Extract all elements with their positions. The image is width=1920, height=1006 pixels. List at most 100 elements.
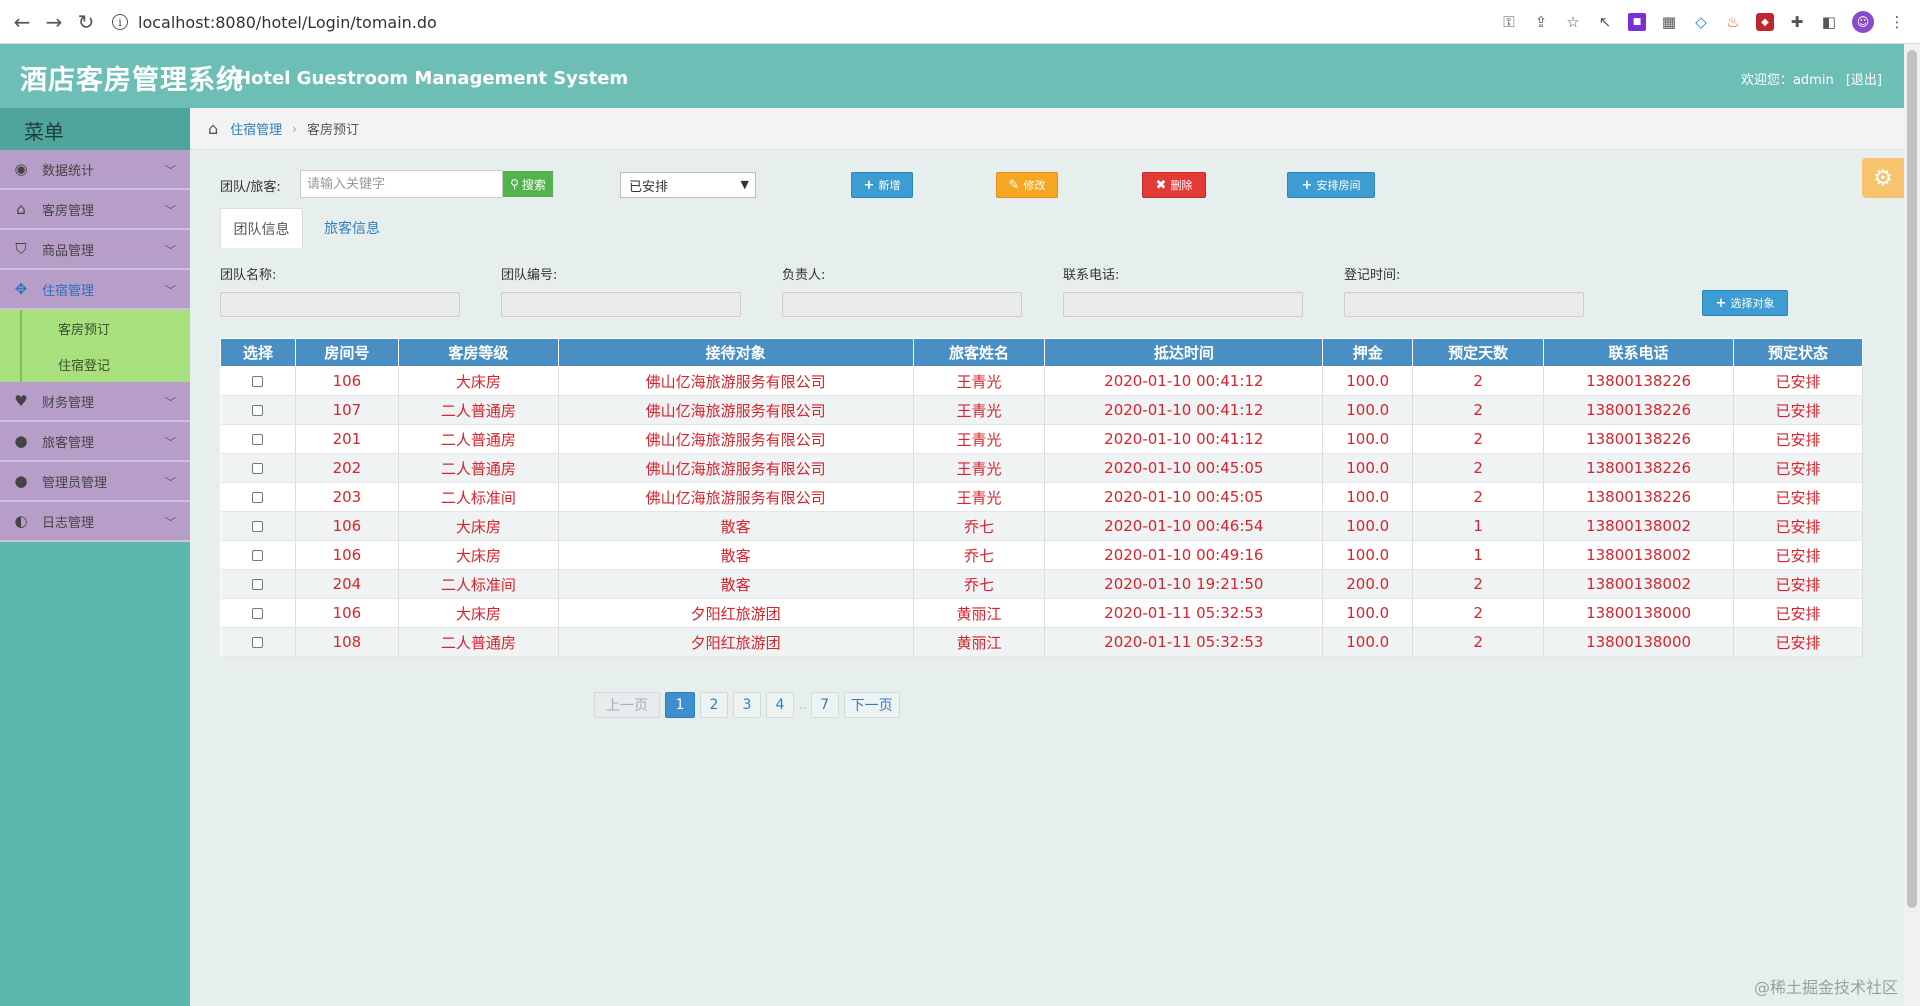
team-name-input[interactable] [220, 292, 460, 317]
team-code-label: 团队编号: [501, 268, 558, 283]
settings-gear-icon[interactable]: ⚙ [1862, 158, 1904, 198]
extension-icon[interactable]: ■ [1628, 13, 1646, 31]
cell-guest: 黄丽江 [913, 598, 1046, 628]
status-select[interactable]: 已安排 ▼ [620, 172, 756, 198]
page-1-button[interactable]: 1 [665, 692, 695, 718]
sidebar-item-guests[interactable]: ● 旅客管理 ﹀ [0, 422, 190, 462]
reload-icon[interactable]: ↻ [72, 0, 100, 44]
sidebar-subitem-booking[interactable]: 客房预订 [20, 310, 190, 346]
reg-time-label: 登记时间: [1344, 268, 1401, 283]
sidebar-item-lodging[interactable]: ✥ 住宿管理 ﹀ [0, 270, 190, 310]
sidebar-subitem-checkin[interactable]: 住宿登记 [20, 346, 190, 382]
row-checkbox[interactable] [252, 405, 264, 416]
plus-icon: + [1715, 295, 1727, 311]
cell-reception: 夕阳红旅游团 [558, 598, 914, 628]
app-subtitle: Hotel Guestroom Management System [236, 68, 629, 89]
back-icon[interactable]: ← [8, 0, 36, 44]
logout-link[interactable]: [退出] [1846, 73, 1882, 88]
arrange-room-button-label: 安排房间 [1316, 179, 1361, 192]
phone-input[interactable] [1063, 292, 1303, 317]
sidebar-item-logs[interactable]: ◐ 日志管理 ﹀ [0, 502, 190, 542]
sidebar-item-rooms[interactable]: ⌂ 客房管理 ﹀ [0, 190, 190, 230]
table-row[interactable]: 107 二人普通房 佛山亿海旅游服务有限公司 王青光 2020-01-10 00:41:… [220, 395, 1863, 425]
chevron-down-icon: ﹀ [165, 284, 176, 297]
cursor-icon[interactable]: ↖ [1596, 13, 1614, 31]
row-checkbox[interactable] [252, 521, 264, 532]
tab-guest-info[interactable]: 旅客信息 [312, 208, 392, 248]
row-checkbox[interactable] [252, 608, 264, 619]
page-4-button[interactable]: 4 [766, 692, 794, 718]
table-row[interactable]: 202 二人普通房 佛山亿海旅游服务有限公司 王青光 2020-01-10 00:45:… [220, 453, 1863, 483]
row-checkbox[interactable] [252, 434, 264, 445]
tab-team-info[interactable]: 团队信息 [220, 208, 303, 248]
profile-avatar-icon[interactable]: ☺ [1852, 11, 1874, 33]
search-input[interactable] [300, 170, 503, 198]
table-row[interactable]: 108 二人普通房 夕阳红旅游团 黄丽江 2020-01-11 05:32:53 100.… [220, 627, 1863, 657]
menu-dots-icon[interactable]: ⋮ [1888, 13, 1906, 31]
home-icon[interactable]: ⌂ [208, 119, 218, 138]
table-row[interactable]: 204 二人标准间 散客 乔七 2020-01-10 19:21:50 200.0 2 138… [220, 569, 1863, 599]
edit-button[interactable]: ✎ 修改 [996, 172, 1058, 198]
sidepanel-icon[interactable]: ◧ [1820, 13, 1838, 31]
leader-input[interactable] [782, 292, 1022, 317]
cell-status: 已安排 [1733, 540, 1863, 570]
arrange-room-button[interactable]: + 安排房间 [1287, 172, 1375, 198]
cell-grade: 二人普通房 [398, 395, 559, 425]
breadcrumb-parent[interactable]: 住宿管理 [230, 119, 282, 138]
puzzle-icon[interactable]: ✚ [1788, 13, 1806, 31]
search-button[interactable]: ⚲ 搜索 [503, 171, 553, 197]
prev-page-button[interactable]: 上一页 [594, 692, 660, 718]
page-3-button[interactable]: 3 [733, 692, 761, 718]
address-bar[interactable]: i localhost:8080/hotel/Login/tomain.do [112, 9, 1582, 35]
main-content: ⌂ 住宿管理 › 客房预订 ⚙ 团队/旅客: ⚲搜索 已安排▼ +新增 ✎修改 … [190, 108, 1904, 1006]
page-scrollbar[interactable] [1904, 44, 1920, 1006]
extension-icon[interactable]: ♨ [1724, 13, 1742, 31]
table-row[interactable]: 201 二人普通房 佛山亿海旅游服务有限公司 王青光 2020-01-10 00:41:… [220, 424, 1863, 454]
row-checkbox[interactable] [252, 550, 264, 561]
cell-status: 已安排 [1733, 598, 1863, 628]
row-checkbox[interactable] [252, 579, 264, 590]
shield-icon[interactable]: ◆ [1756, 13, 1774, 31]
cell-deposit: 100.0 [1322, 540, 1414, 570]
cell-grade: 二人普通房 [398, 424, 559, 454]
row-checkbox[interactable] [252, 376, 264, 387]
next-page-button[interactable]: 下一页 [843, 692, 900, 718]
table-row[interactable]: 106 大床房 佛山亿海旅游服务有限公司 王青光 2020-01-10 00:41:12… [220, 366, 1863, 396]
cell-status: 已安排 [1733, 424, 1863, 454]
add-button[interactable]: + 新增 [851, 172, 913, 198]
table-icon[interactable]: ▦ [1660, 13, 1678, 31]
delete-button[interactable]: ✖ 删除 [1142, 172, 1206, 198]
table-row[interactable]: 106 大床房 夕阳红旅游团 黄丽江 2020-01-11 05:32:53 100.0 2… [220, 598, 1863, 628]
pencil-icon: ✎ [1008, 177, 1020, 193]
sidebar-item-admins[interactable]: ● 管理员管理 ﹀ [0, 462, 190, 502]
scrollbar-thumb[interactable] [1907, 50, 1917, 908]
row-checkbox[interactable] [252, 492, 264, 503]
cell-guest: 王青光 [913, 482, 1046, 512]
key-icon[interactable]: ⚿ [1500, 13, 1518, 31]
page-7-button[interactable]: 7 [810, 692, 839, 718]
layers-icon[interactable]: ◇ [1692, 13, 1710, 31]
select-target-button[interactable]: + 选择对象 [1702, 290, 1788, 316]
page-2-button[interactable]: 2 [700, 692, 728, 718]
sidebar-item-stats[interactable]: ◉ 数据统计 ﹀ [0, 150, 190, 190]
table-row[interactable]: 106 大床房 散客 乔七 2020-01-10 00:46:54 100.0 1 13800… [220, 511, 1863, 541]
table-row[interactable]: 106 大床房 散客 乔七 2020-01-10 00:49:16 100.0 1 13800… [220, 540, 1863, 570]
star-icon[interactable]: ☆ [1564, 13, 1582, 31]
share-icon[interactable]: ⇪ [1532, 13, 1550, 31]
close-icon: ✖ [1155, 177, 1167, 193]
sidebar-item-goods[interactable]: ⛉ 商品管理 ﹀ [0, 230, 190, 270]
sidebar-item-label: 旅客管理 [42, 435, 95, 451]
row-checkbox[interactable] [252, 463, 264, 474]
info-icon[interactable]: i [112, 14, 128, 30]
sidebar-item-finance[interactable]: ♥ 财务管理 ﹀ [0, 382, 190, 422]
table-row[interactable]: 203 二人标准间 佛山亿海旅游服务有限公司 王青光 2020-01-10 00:45:… [220, 482, 1863, 512]
reg-time-input[interactable] [1344, 292, 1584, 317]
col-reception: 接待对象 [557, 338, 914, 367]
pagination: 上一页 1 2 3 4 .. 7 下一页 [594, 692, 905, 718]
user-icon: ● [14, 472, 28, 490]
row-checkbox[interactable] [252, 637, 264, 648]
row-select-cell [220, 627, 296, 657]
cell-days: 2 [1412, 482, 1545, 512]
team-code-input[interactable] [501, 292, 741, 317]
forward-icon[interactable]: → [40, 0, 68, 44]
